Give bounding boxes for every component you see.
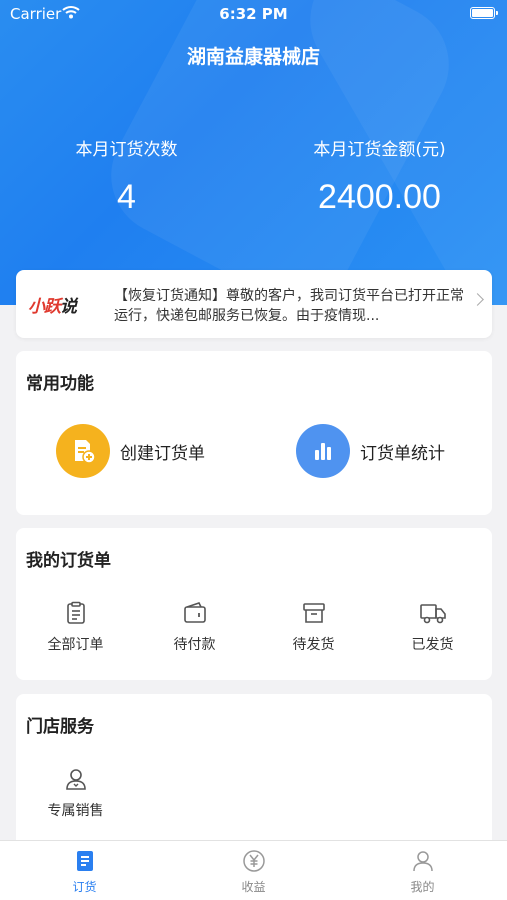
stat-label: 本月订货次数 bbox=[75, 140, 178, 160]
stat-value: 2400.00 bbox=[318, 178, 441, 216]
notice-text: 【恢复订货通知】尊敬的客户，我司订货平台已打开正常运行，快递包邮服务已恢复。由于… bbox=[114, 288, 464, 324]
store-name: 湖南益康器械店 bbox=[186, 46, 320, 68]
store-services-card: 门店服务 专属销售 bbox=[16, 694, 492, 854]
order-statistics-button[interactable]: 订货单统计 bbox=[296, 423, 445, 479]
tab-earnings[interactable]: 收益 bbox=[169, 849, 338, 895]
notice-logo-part2: 说 bbox=[60, 297, 77, 317]
service-label: 专属销售 bbox=[47, 803, 104, 819]
pending-payment-button[interactable]: 待付款 bbox=[135, 600, 254, 654]
tab-label: 我的 bbox=[410, 880, 435, 894]
function-label: 订货单统计 bbox=[360, 443, 445, 464]
user-icon bbox=[412, 851, 433, 872]
order-status-label: 全部订单 bbox=[47, 637, 104, 653]
exclusive-sales-button[interactable]: 专属销售 bbox=[16, 766, 135, 820]
order-status-label: 待付款 bbox=[173, 637, 216, 653]
order-status-label: 已发货 bbox=[411, 637, 454, 653]
tab-label: 订货 bbox=[72, 880, 97, 894]
tab-label: 收益 bbox=[241, 880, 266, 894]
section-title: 门店服务 bbox=[26, 717, 94, 737]
tab-orders[interactable]: 订货 bbox=[0, 849, 169, 895]
common-functions-card: 常用功能 创建订货单 订货单统计 bbox=[16, 351, 492, 515]
pending-shipment-button[interactable]: 待发货 bbox=[254, 600, 373, 654]
create-order-button[interactable]: 创建订货单 bbox=[56, 423, 205, 479]
tab-bar: 订货 收益 我的 bbox=[0, 840, 507, 900]
status-bar: Carrier 6:32 PM bbox=[0, 0, 507, 28]
all-orders-button[interactable]: 全部订单 bbox=[16, 600, 135, 654]
monthly-order-amount: 本月订货金额(元) 2400.00 bbox=[253, 135, 506, 217]
function-label: 创建订货单 bbox=[120, 443, 205, 464]
bar-chart-icon bbox=[296, 424, 350, 478]
notice-bar[interactable]: 小跃说 【恢复订货通知】尊敬的客户，我司订货平台已打开正常运行，快递包邮服务已恢… bbox=[16, 270, 492, 338]
section-title: 常用功能 bbox=[26, 374, 94, 394]
stat-label: 本月订货金额(元) bbox=[313, 140, 446, 160]
header-banner: Carrier 6:32 PM 湖南益康器械店 本月订货次数 4 本月订货金额(… bbox=[0, 0, 507, 305]
wallet-icon bbox=[183, 602, 206, 623]
status-time: 6:32 PM bbox=[219, 5, 288, 23]
notice-logo: 小跃说 bbox=[28, 292, 77, 317]
notice-logo-part1: 小跃 bbox=[28, 297, 61, 317]
tab-profile[interactable]: 我的 bbox=[338, 849, 507, 895]
sales-person-icon bbox=[65, 769, 86, 790]
clipboard-icon bbox=[66, 601, 85, 624]
order-status-label: 待发货 bbox=[292, 637, 335, 653]
battery-icon bbox=[470, 7, 498, 19]
shipped-button[interactable]: 已发货 bbox=[373, 600, 492, 654]
box-icon bbox=[302, 603, 325, 623]
monthly-order-count: 本月订货次数 4 bbox=[0, 135, 253, 217]
my-orders-card: 我的订货单 全部订单 待付款 待发货 已发货 bbox=[16, 528, 492, 680]
stat-value: 4 bbox=[117, 178, 136, 216]
truck-icon bbox=[419, 604, 446, 624]
yen-coin-icon bbox=[242, 850, 265, 872]
document-add-icon bbox=[56, 424, 110, 478]
order-doc-icon bbox=[76, 851, 93, 871]
section-title: 我的订货单 bbox=[26, 551, 111, 571]
